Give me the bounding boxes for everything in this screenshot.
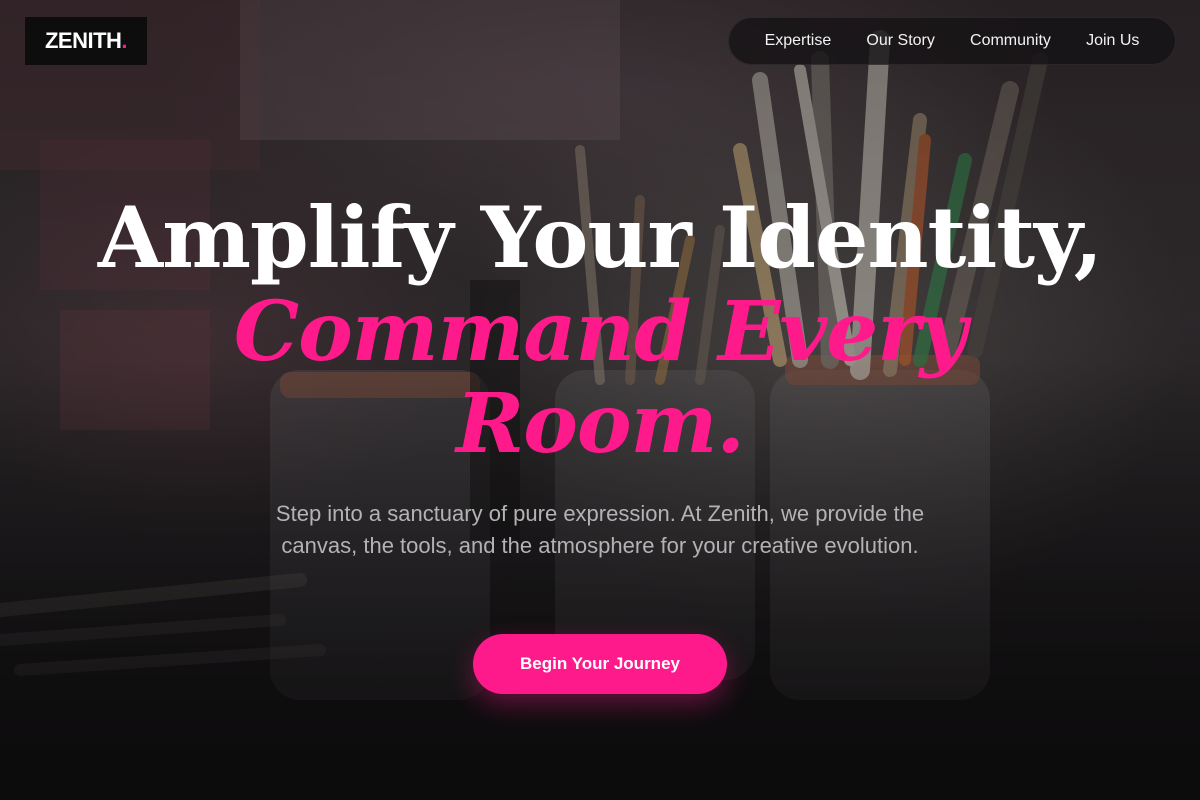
brand-dot: . <box>121 28 128 53</box>
brand-logo[interactable]: ZENITH. <box>25 17 147 65</box>
hero-subtitle: Step into a sanctuary of pure expression… <box>275 501 925 558</box>
begin-journey-button[interactable]: Begin Your Journey <box>473 634 727 694</box>
brand-name: ZENITH <box>44 28 122 53</box>
headline-line-3: Room. <box>456 376 745 472</box>
hero-headline: Amplify Your Identity, Command Every Roo… <box>0 188 1200 472</box>
nav-link-expertise[interactable]: Expertise <box>765 32 832 50</box>
nav-link-join-us[interactable]: Join Us <box>1086 32 1139 50</box>
nav-link-our-story[interactable]: Our Story <box>866 32 934 50</box>
headline-line-1: Amplify Your Identity, <box>97 188 1103 287</box>
main-nav: Expertise Our Story Community Join Us <box>728 17 1176 65</box>
headline-line-2: Command Every <box>233 284 967 380</box>
nav-link-community[interactable]: Community <box>970 32 1051 50</box>
